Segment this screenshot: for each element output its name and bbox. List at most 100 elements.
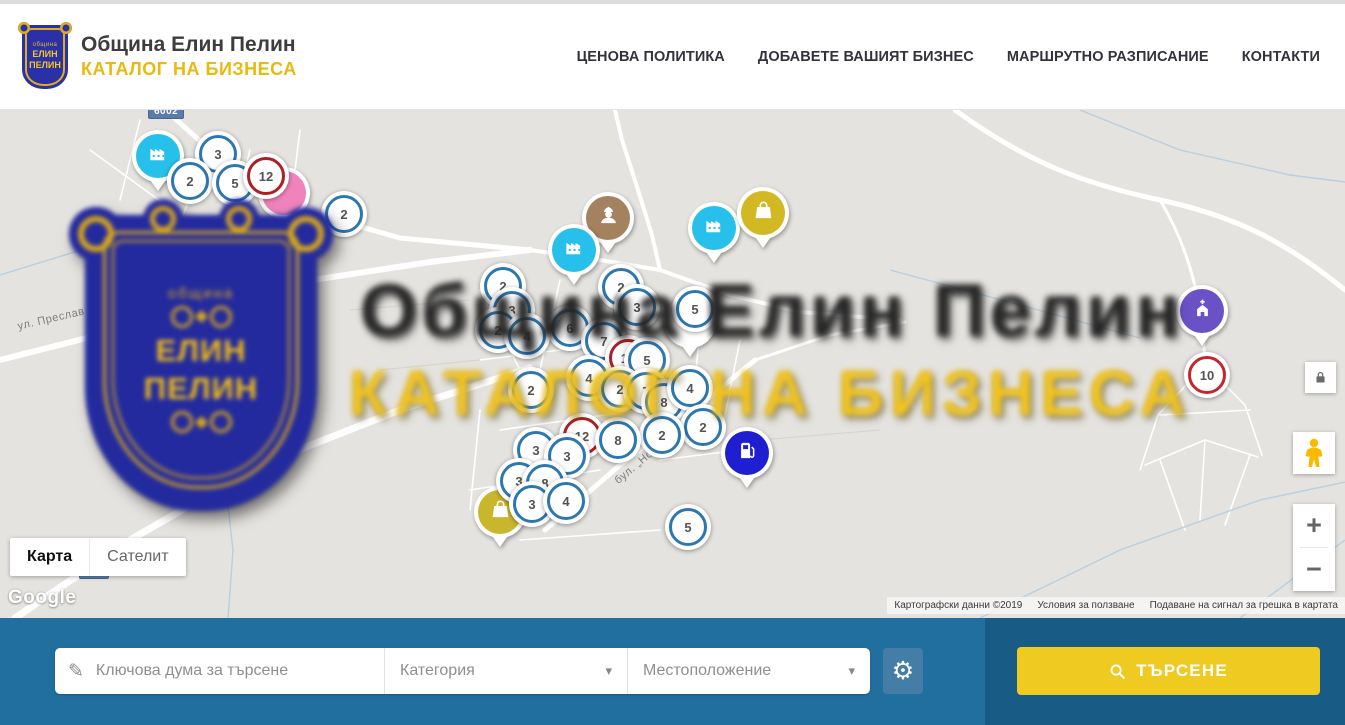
gear-icon: ⚙ <box>892 659 914 684</box>
nav-item[interactable]: МАРШРУТНО РАЗПИСАНИЕ <box>1007 49 1209 65</box>
cluster-marker[interactable]: 2 <box>680 404 726 450</box>
nav-item[interactable]: ЦЕНОВА ПОЛИТИКА <box>577 49 725 65</box>
cluster-ring: 3 <box>618 288 656 326</box>
cluster-count: 4 <box>686 381 693 396</box>
factory-icon <box>563 236 586 264</box>
chevron-down-icon: ▾ <box>848 663 855 679</box>
zoom-out-button[interactable]: − <box>1293 548 1335 591</box>
pin-tail <box>753 234 773 248</box>
cluster-count: 2 <box>658 428 665 443</box>
municipality-crest-logo: община ЕЛИН ПЕЛИН <box>22 25 68 89</box>
church-pin-marker[interactable] <box>1177 286 1227 348</box>
pin-tail <box>148 177 168 191</box>
factory-pin-marker[interactable] <box>549 225 599 287</box>
pin-tail <box>1192 332 1212 346</box>
cluster-ring: 2 <box>325 195 363 233</box>
cluster-ring: 2 <box>512 371 550 409</box>
category-select[interactable]: Категория ▾ <box>384 648 627 694</box>
cluster-marker[interactable]: 2 <box>639 412 685 458</box>
factory-icon <box>147 142 170 170</box>
keyword-search-input[interactable] <box>94 661 371 681</box>
fuel-pump-pin-marker[interactable] <box>722 428 772 490</box>
page-top-strip <box>0 0 1345 4</box>
site-header: община ЕЛИН ПЕЛИН Община Елин Пелин КАТА… <box>0 4 1345 110</box>
nav-item[interactable]: ДОБАВЕТЕ ВАШИЯТ БИЗНЕС <box>758 49 974 65</box>
cluster-ring: 8 <box>599 421 637 459</box>
cluster-count: 12 <box>259 169 273 184</box>
shopping-bag-pin-marker[interactable] <box>738 188 788 250</box>
cluster-marker[interactable]: 2 <box>508 367 554 413</box>
brand[interactable]: община ЕЛИН ПЕЛИН Община Елин Пелин КАТА… <box>22 25 297 89</box>
pin-head <box>692 206 736 250</box>
pin-head <box>1180 289 1224 333</box>
pin-tail <box>490 533 510 547</box>
cluster-marker[interactable]: 4 <box>504 313 550 359</box>
chevron-down-icon: ▾ <box>605 663 612 679</box>
factory-pin-marker[interactable] <box>689 203 739 265</box>
cluster-marker[interactable]: 12 <box>243 153 289 199</box>
search-fields: ✎ Категория ▾ Местоположение ▾ <box>55 648 870 694</box>
brand-text: Община Елин Пелин КАТАЛОГ НА БИЗНЕСА <box>81 33 297 80</box>
hardhat-worker-icon <box>597 204 620 232</box>
cluster-count: 3 <box>563 449 570 464</box>
cluster-count: 2 <box>527 383 534 398</box>
cluster-marker[interactable]: 5 <box>665 504 711 550</box>
pin-tail <box>680 343 700 357</box>
cluster-marker[interactable]: 10 <box>1184 352 1230 398</box>
crest-main-text: ЕЛИН ПЕЛИН <box>29 49 61 71</box>
cluster-marker[interactable]: 4 <box>543 478 589 524</box>
advanced-settings-button[interactable]: ⚙ <box>883 648 923 694</box>
cluster-ring: 10 <box>1188 356 1226 394</box>
shopping-bag-icon <box>752 199 775 227</box>
cluster-count: 2 <box>699 420 706 435</box>
cluster-count: 5 <box>684 520 691 535</box>
cluster-count: 8 <box>614 433 621 448</box>
cluster-marker[interactable]: 2 <box>321 191 367 237</box>
cluster-ring: 5 <box>676 290 714 328</box>
brand-title: Община Елин Пелин <box>81 33 297 57</box>
cluster-count: 2 <box>494 323 501 338</box>
crest-curl-icon <box>18 22 30 34</box>
pin-tail <box>564 271 584 285</box>
pin-head <box>741 191 785 235</box>
cluster-ring: 2 <box>643 416 681 454</box>
cluster-count: 4 <box>562 494 569 509</box>
map-attribution: Картографски данни ©2019Условия за ползв… <box>887 597 1345 614</box>
keyword-field-wrap: ✎ <box>55 648 384 694</box>
pin-head <box>725 431 769 475</box>
cluster-count: 3 <box>528 497 535 512</box>
location-select[interactable]: Местоположение ▾ <box>627 648 870 694</box>
cluster-count: 3 <box>214 147 221 162</box>
cluster-marker[interactable]: 8 <box>595 417 641 463</box>
crest-top-text: община <box>33 42 58 48</box>
church-icon <box>1191 297 1214 325</box>
map-view-button[interactable]: Карта <box>10 538 89 576</box>
search-submit-button[interactable]: ТЪРСЕНЕ <box>1017 647 1320 695</box>
pencil-icon: ✎ <box>68 660 84 683</box>
cluster-marker[interactable]: 5 <box>672 286 718 332</box>
google-logo[interactable]: Google <box>8 587 76 609</box>
pin-tail <box>598 239 618 253</box>
brand-subtitle: КАТАЛОГ НА БИЗНЕСА <box>81 59 297 80</box>
cluster-count: 2 <box>186 174 193 189</box>
search-icon <box>1109 663 1126 680</box>
cluster-marker[interactable]: 3 <box>614 284 660 330</box>
cluster-count: 5 <box>691 302 698 317</box>
cluster-ring: 2 <box>171 162 209 200</box>
location-select-value: Местоположение <box>643 662 771 680</box>
zoom-in-button[interactable]: + <box>1293 504 1335 547</box>
cluster-ring: 4 <box>547 482 585 520</box>
cluster-count: 5 <box>643 353 650 368</box>
crest-curl-icon <box>60 22 72 34</box>
cluster-marker[interactable]: 2 <box>167 158 213 204</box>
lock-icon <box>1313 370 1328 385</box>
pegman-button[interactable] <box>1293 432 1335 474</box>
report-map-error-link[interactable]: Подаване на сигнал за грешка в картата <box>1150 600 1338 611</box>
lock-button[interactable] <box>1305 362 1336 393</box>
nav-item[interactable]: КОНТАКТИ <box>1242 49 1320 65</box>
satellite-view-button[interactable]: Сателит <box>89 538 185 576</box>
cluster-ring: 12 <box>247 157 285 195</box>
google-map[interactable]: 6002105ул. Преславбул. „Новоселци“325122… <box>0 110 1345 618</box>
cluster-count: 5 <box>231 176 238 191</box>
terms-of-use-link[interactable]: Условия за ползване <box>1037 600 1134 611</box>
